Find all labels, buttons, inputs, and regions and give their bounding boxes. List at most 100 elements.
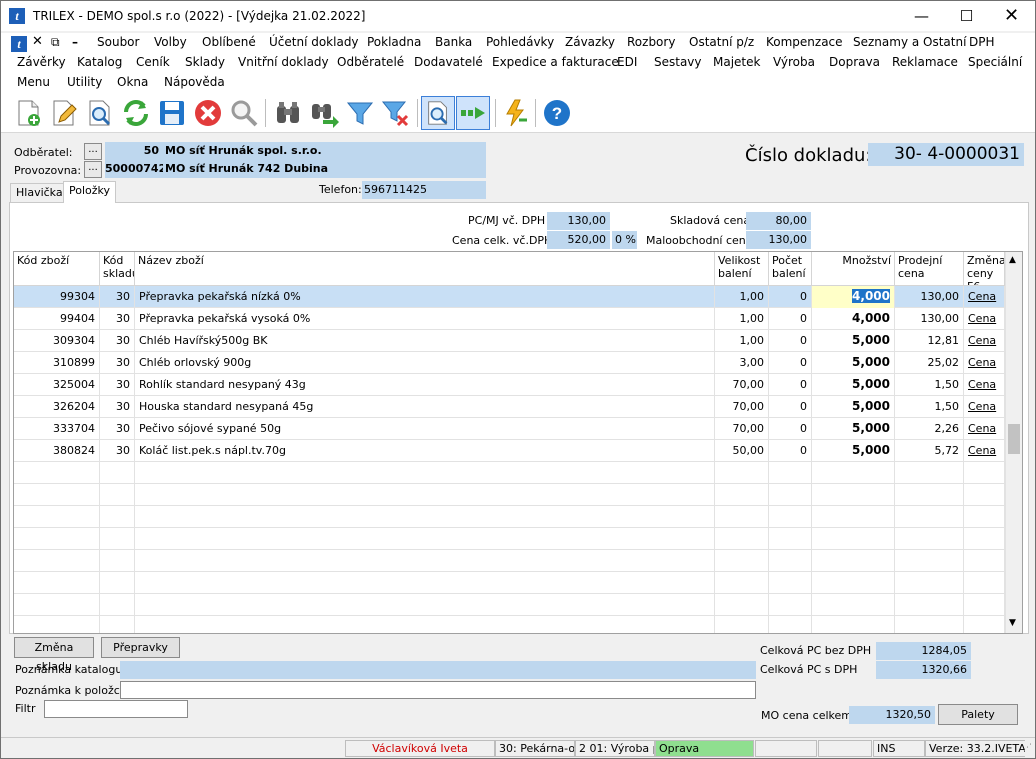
cell-zmena-ceny[interactable] [964, 594, 1005, 616]
delete-icon[interactable] [191, 96, 225, 130]
save-icon[interactable] [155, 96, 189, 130]
menu-specialni[interactable]: Speciální [968, 55, 1022, 69]
scroll-down-icon[interactable]: ▼ [1009, 618, 1016, 628]
new-document-icon[interactable] [11, 96, 45, 130]
grid-vertical-scrollbar[interactable]: ▲ ▼ [1005, 252, 1022, 633]
tab-polozky[interactable]: Položky [63, 181, 117, 203]
palety-button[interactable]: Palety [938, 704, 1018, 725]
menu-utility[interactable]: Utility [67, 75, 102, 89]
cell-zmena-ceny[interactable] [964, 462, 1005, 484]
odberatel-name-field[interactable]: MO síť Hrunák spol. s.r.o. [163, 142, 486, 160]
cell-zmena-ceny[interactable]: Cena [964, 440, 1005, 462]
table-row[interactable] [14, 484, 1005, 506]
prepravky-button[interactable]: Přepravky [101, 637, 180, 658]
mnozstvi-edit-field[interactable]: 4,000 [812, 286, 895, 308]
zmena-skladu-button[interactable]: Změna skladu [14, 637, 94, 673]
discount-pct-field[interactable]: 0 % [612, 231, 637, 249]
cell-zmena-ceny[interactable] [964, 616, 1005, 633]
table-row[interactable]: 333704 30 Pečivo sójové sypané 50g 70,00 0 5,… [14, 418, 1005, 440]
menu-doprava[interactable]: Doprava [829, 55, 880, 69]
menu-dodavatele[interactable]: Dodavatelé [414, 55, 483, 69]
menu-menu[interactable]: Menu [17, 75, 50, 89]
column-header-kod-skladu[interactable]: Kód skladu [100, 252, 135, 286]
cell-zmena-ceny[interactable]: Cena [964, 330, 1005, 352]
scroll-up-icon[interactable]: ▲ [1009, 255, 1016, 265]
menu-vyroba[interactable]: Výroba [773, 55, 815, 69]
cena-celk-field[interactable]: 520,00 [547, 231, 610, 249]
preview-document-icon[interactable] [83, 96, 117, 130]
binoculars-next-icon[interactable] [307, 96, 341, 130]
maloobchodni-cena-field[interactable]: 130,00 [746, 231, 811, 249]
column-header-velikost-baleni[interactable]: Velikost balení [715, 252, 769, 286]
mdi-app-icon[interactable]: t [11, 36, 27, 52]
menu-seznamy[interactable]: Seznamy a Ostatní [853, 35, 966, 49]
column-header-kod-zbozi[interactable]: Kód zboží [14, 252, 100, 286]
menu-expedice[interactable]: Expedice a fakturace [492, 55, 619, 69]
table-row[interactable] [14, 506, 1005, 528]
table-row[interactable]: 326204 30 Houska standard nesypaná 45g 70,0… [14, 396, 1005, 418]
binoculars-icon[interactable] [271, 96, 305, 130]
filtr-input[interactable] [44, 700, 188, 718]
cell-zmena-ceny[interactable] [964, 572, 1005, 594]
menu-zaverky[interactable]: Závěrky [17, 55, 66, 69]
cell-zmena-ceny[interactable]: Cena [964, 396, 1005, 418]
table-row[interactable]: 325004 30 Rohlík standard nesypaný 43g 70,0… [14, 374, 1005, 396]
menu-dph[interactable]: DPH [969, 35, 995, 49]
minimize-button[interactable]: — [899, 1, 944, 31]
cell-zmena-ceny[interactable] [964, 528, 1005, 550]
arrow-next-icon[interactable] [456, 96, 490, 130]
menu-odberatele[interactable]: Odběratelé [337, 55, 404, 69]
edit-document-icon[interactable] [47, 96, 81, 130]
lightning-icon[interactable] [499, 96, 533, 130]
cell-zmena-ceny[interactable]: Cena [964, 286, 1005, 308]
column-header-mnozstvi[interactable]: Množství [812, 252, 895, 286]
menu-cenik[interactable]: Ceník [136, 55, 170, 69]
menu-vnitrni-doklady[interactable]: Vnitřní doklady [238, 55, 329, 69]
mdi-restore-icon[interactable]: ⧉ [51, 35, 60, 50]
table-row[interactable]: 99404 30 Přepravka pekařská vysoká 0% 1,00 0… [14, 308, 1005, 330]
poznamka-polozce-field[interactable] [120, 681, 756, 699]
odberatel-lookup-button[interactable]: ... [84, 143, 102, 160]
cell-zmena-ceny[interactable] [964, 550, 1005, 572]
menu-oblibene[interactable]: Oblíbené [202, 35, 256, 49]
odberatel-code-field[interactable]: 50 [105, 142, 163, 160]
table-row[interactable] [14, 462, 1005, 484]
maximize-button[interactable]: ☐ [944, 1, 989, 31]
menu-pokladna[interactable]: Pokladna [367, 35, 421, 49]
close-button[interactable]: ✕ [989, 1, 1034, 31]
help-icon[interactable]: ? [540, 96, 574, 130]
menu-katalog[interactable]: Katalog [77, 55, 122, 69]
zoom-icon[interactable] [421, 96, 455, 130]
skladova-cena-field[interactable]: 80,00 [746, 212, 811, 230]
tab-hlavicka[interactable]: Hlavička [10, 183, 69, 203]
menu-ostatni-pz[interactable]: Ostatní p/z [689, 35, 754, 49]
column-header-zmena-ceny[interactable]: Změna ceny F6 [964, 252, 1005, 286]
column-header-pocet-baleni[interactable]: Počet balení [769, 252, 812, 286]
column-header-prodejni-cena[interactable]: Prodejní cena [895, 252, 964, 286]
filter-clear-icon[interactable] [379, 96, 413, 130]
provozovna-name-field[interactable]: MO síť Hrunák 742 Dubina [163, 160, 486, 178]
items-grid[interactable]: Kód zboží Kód skladu Název zboží Velikos… [13, 251, 1023, 634]
filter-icon[interactable] [343, 96, 377, 130]
pcmj-field[interactable]: 130,00 [547, 212, 610, 230]
cell-zmena-ceny[interactable] [964, 484, 1005, 506]
cell-zmena-ceny[interactable]: Cena [964, 374, 1005, 396]
resize-grip-icon[interactable]: ⋰ [1023, 743, 1032, 753]
provozovna-code-field[interactable]: 50000742 [105, 160, 163, 178]
menu-pohledavky[interactable]: Pohledávky [486, 35, 554, 49]
menu-soubor[interactable]: Soubor [97, 35, 139, 49]
table-row[interactable] [14, 550, 1005, 572]
provozovna-lookup-button[interactable]: ... [84, 161, 102, 178]
menu-banka[interactable]: Banka [435, 35, 472, 49]
column-header-nazev[interactable]: Název zboží [135, 252, 715, 286]
menu-majetek[interactable]: Majetek [713, 55, 760, 69]
table-row[interactable] [14, 528, 1005, 550]
menu-sklady[interactable]: Sklady [185, 55, 225, 69]
cislo-dokladu-field[interactable]: 30- 4-0000031 [868, 143, 1024, 166]
refresh-icon[interactable] [119, 96, 153, 130]
mdi-close-icon[interactable]: ✕ [32, 34, 43, 49]
scroll-thumb[interactable] [1008, 424, 1020, 454]
menu-reklamace[interactable]: Reklamace [892, 55, 958, 69]
table-row[interactable]: 380824 30 Koláč list.pek.s nápl.tv.70g 50,0… [14, 440, 1005, 462]
menu-edi[interactable]: EDI [617, 55, 637, 69]
